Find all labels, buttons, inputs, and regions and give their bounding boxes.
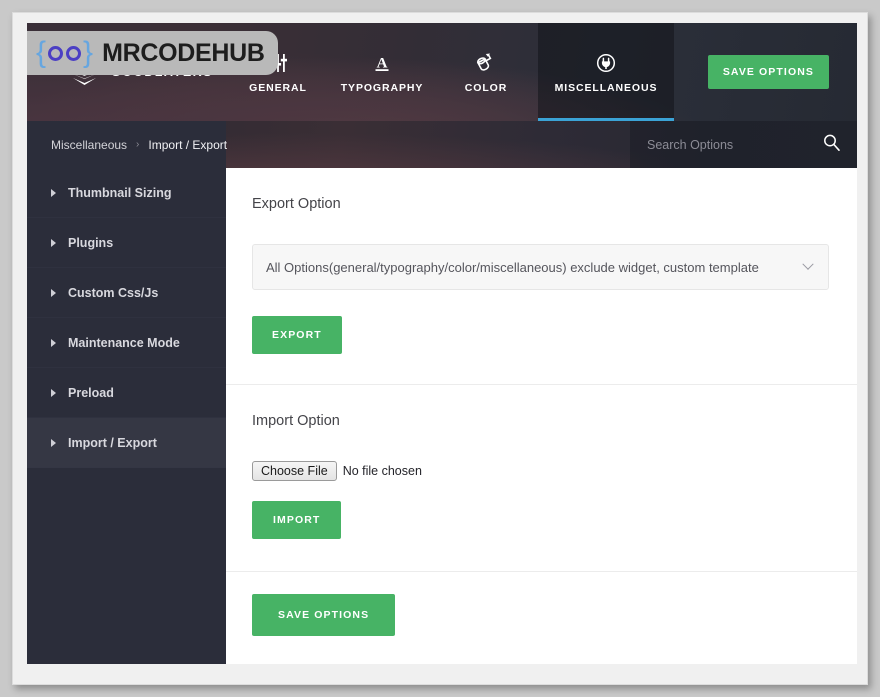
- admin-panel: GOODLAYERS GENERAL: [27, 23, 857, 664]
- footer-actions: SAVE OPTIONS: [226, 572, 857, 636]
- export-option-title: Export Option: [252, 196, 341, 212]
- breadcrumb-separator-icon: ›: [136, 139, 140, 150]
- sidebar-item-preload[interactable]: Preload: [27, 368, 226, 418]
- o-circle-icon: [66, 45, 82, 61]
- sidebar-item-label: Import / Export: [68, 435, 157, 450]
- breadcrumb-bar: Miscellaneous › Import / Export: [27, 121, 857, 168]
- sidebar-item-custom-css-js[interactable]: Custom Css/Js: [27, 268, 226, 318]
- caret-right-icon: [51, 288, 56, 297]
- export-scope-select[interactable]: All Options(general/typography/color/mis…: [252, 244, 829, 290]
- caret-right-icon: [51, 238, 56, 247]
- watermark-text: MRCODEHUB: [102, 38, 265, 67]
- header-right: SAVE OPTIONS: [674, 23, 857, 121]
- o-circle-icon: [48, 45, 64, 61]
- code-brackets-icon: { }: [36, 38, 93, 68]
- double-o-glyph: [48, 45, 82, 61]
- paint-bucket-icon: [475, 51, 497, 73]
- sidebar-item-label: Preload: [68, 385, 114, 400]
- sidebar-item-import-export[interactable]: Import / Export: [27, 418, 226, 468]
- import-option-section: Import Option Choose File No file chosen…: [226, 385, 857, 571]
- letter-a-underline-icon: A: [372, 51, 392, 73]
- export-scope-select-value: All Options(general/typography/color/mis…: [266, 259, 759, 275]
- chevron-down-icon: [802, 258, 814, 270]
- caret-right-icon: [51, 188, 56, 197]
- export-button[interactable]: EXPORT: [252, 316, 342, 354]
- body-area: Thumbnail Sizing Plugins Custom Css/Js M…: [27, 168, 857, 664]
- save-options-bottom-button[interactable]: SAVE OPTIONS: [252, 594, 396, 636]
- breadcrumb-parent[interactable]: Miscellaneous: [51, 138, 127, 152]
- sidebar-item-plugins[interactable]: Plugins: [27, 218, 226, 268]
- tab-general-label: GENERAL: [249, 81, 307, 94]
- search-input[interactable]: [647, 137, 812, 152]
- import-button[interactable]: IMPORT: [252, 501, 342, 539]
- import-option-title: Import Option: [252, 413, 340, 429]
- caret-right-icon: [51, 438, 56, 447]
- tab-typography[interactable]: A TYPOGRAPHY: [330, 23, 434, 121]
- file-upload-row: Choose File No file chosen: [252, 461, 857, 481]
- breadcrumb-left-panel: Miscellaneous › Import / Export: [27, 121, 227, 168]
- sidebar-item-label: Custom Css/Js: [68, 285, 159, 300]
- breadcrumb-current: Import / Export: [148, 137, 228, 152]
- browser-page-frame: GOODLAYERS GENERAL: [12, 12, 868, 685]
- tab-miscellaneous-label: MISCELLANEOUS: [554, 81, 658, 94]
- primary-tabs: GENERAL A TYPOGRAPHY COLOR MISCELLANEOUS: [226, 23, 674, 121]
- sidebar-item-maintenance-mode[interactable]: Maintenance Mode: [27, 318, 226, 368]
- tab-color[interactable]: COLOR: [434, 23, 538, 121]
- caret-right-icon: [51, 338, 56, 347]
- tab-miscellaneous[interactable]: MISCELLANEOUS: [538, 23, 674, 121]
- breadcrumb: Miscellaneous › Import / Export: [51, 138, 227, 152]
- search-icon[interactable]: [822, 133, 841, 157]
- sidebar-item-label: Thumbnail Sizing: [68, 185, 172, 200]
- caret-right-icon: [51, 388, 56, 397]
- search-bar: [630, 121, 857, 168]
- export-option-section: Export Option All Options(general/typogr…: [226, 168, 857, 384]
- settings-sidebar: Thumbnail Sizing Plugins Custom Css/Js M…: [27, 168, 226, 664]
- file-status-label: No file chosen: [342, 464, 422, 478]
- svg-text:A: A: [377, 55, 388, 71]
- tab-typography-label: TYPOGRAPHY: [340, 81, 424, 94]
- plug-circle-icon: [596, 51, 616, 73]
- save-options-top-button[interactable]: SAVE OPTIONS: [707, 55, 829, 89]
- left-brace: {: [36, 36, 47, 69]
- sidebar-item-thumbnail-sizing[interactable]: Thumbnail Sizing: [27, 168, 226, 218]
- watermark-badge: { } MRCODEHUB: [27, 31, 278, 75]
- choose-file-button[interactable]: Choose File: [252, 461, 337, 481]
- tab-color-label: COLOR: [464, 81, 508, 94]
- sidebar-item-label: Plugins: [68, 235, 114, 250]
- sidebar-item-label: Maintenance Mode: [68, 335, 180, 350]
- right-brace: }: [83, 36, 94, 69]
- settings-content: Export Option All Options(general/typogr…: [226, 168, 857, 664]
